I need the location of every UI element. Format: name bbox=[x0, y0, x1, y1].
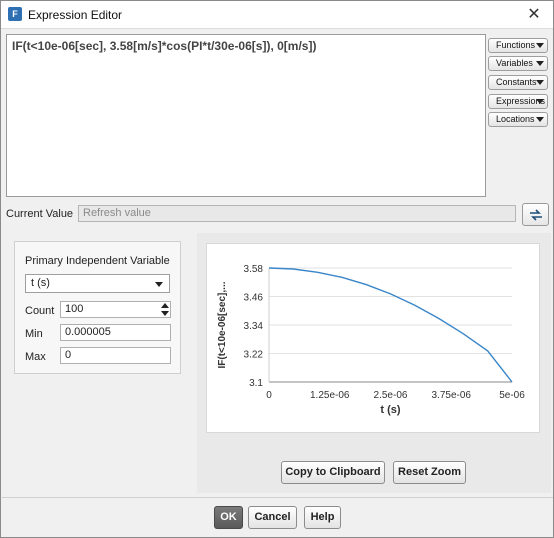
refresh-icon bbox=[530, 209, 542, 221]
constants-label: Constants bbox=[496, 77, 537, 87]
chevron-down-icon bbox=[536, 80, 544, 85]
chevron-down-icon bbox=[536, 99, 544, 104]
min-field[interactable]: 0.000005 bbox=[60, 324, 171, 341]
functions-button[interactable]: Functions bbox=[488, 38, 548, 53]
locations-button[interactable]: Locations bbox=[488, 112, 548, 127]
y-tick-label: 3.34 bbox=[244, 321, 264, 332]
chevron-down-icon bbox=[155, 282, 163, 287]
expression-editor-window: F Expression Editor ✕ IF(t<10e-06[sec], … bbox=[0, 0, 554, 538]
title-bar: F Expression Editor ✕ bbox=[1, 1, 553, 29]
piv-title: Primary Independent Variable bbox=[25, 255, 170, 267]
refresh-button[interactable] bbox=[522, 203, 549, 226]
count-label: Count bbox=[25, 305, 55, 317]
functions-label: Functions bbox=[496, 40, 536, 50]
cancel-button[interactable]: Cancel bbox=[248, 506, 297, 529]
x-tick-label: 2.5e-06 bbox=[374, 390, 408, 401]
chart-card: 3.58 3.46 3.34 3.22 3.1 0 1.25e-06 2.5e-06 3.75e… bbox=[206, 243, 540, 433]
max-label: Max bbox=[25, 351, 46, 363]
expressions-button[interactable]: Expressions bbox=[488, 94, 548, 109]
x-axis-title: t (s) bbox=[380, 404, 401, 416]
min-label: Min bbox=[25, 328, 43, 340]
x-tick-label: 3.75e-06 bbox=[432, 390, 472, 401]
reset-zoom-button[interactable]: Reset Zoom bbox=[393, 461, 466, 484]
count-value: 100 bbox=[65, 303, 84, 315]
y-tick-label: 3.22 bbox=[244, 350, 264, 361]
constants-button[interactable]: Constants bbox=[488, 75, 548, 90]
y-tick-label: 3.46 bbox=[244, 293, 264, 304]
app-icon: F bbox=[8, 7, 22, 21]
variables-label: Variables bbox=[496, 58, 533, 68]
y-tick-label: 3.58 bbox=[244, 264, 264, 275]
expression-editor-field[interactable]: IF(t<10e-06[sec], 3.58[m/s]*cos(PI*t/30e… bbox=[6, 34, 486, 197]
footer-divider bbox=[2, 497, 553, 498]
current-value-label: Current Value bbox=[6, 208, 74, 220]
primary-independent-variable-panel: Primary Independent Variable t (s) Count… bbox=[14, 241, 181, 374]
y-axis-title: IF(t<10e-06[sec],... bbox=[217, 281, 228, 368]
max-field[interactable]: 0 bbox=[60, 347, 171, 364]
ok-button[interactable]: OK bbox=[214, 506, 243, 529]
x-tick-label: 5e-06 bbox=[499, 390, 525, 401]
current-value-field: Refresh value bbox=[78, 205, 516, 222]
help-button[interactable]: Help bbox=[304, 506, 341, 529]
copy-to-clipboard-button[interactable]: Copy to Clipboard bbox=[281, 461, 385, 484]
chart[interactable]: 3.58 3.46 3.34 3.22 3.10 1.25e-06 2.5e-06 3.75e… bbox=[207, 244, 541, 434]
variable-select-value: t (s) bbox=[31, 277, 50, 289]
chevron-down-icon bbox=[536, 117, 544, 122]
locations-label: Locations bbox=[496, 114, 535, 124]
chevron-down-icon bbox=[536, 43, 544, 48]
chevron-down-icon bbox=[536, 61, 544, 66]
spin-arrows-icon[interactable] bbox=[159, 302, 170, 317]
close-icon[interactable]: ✕ bbox=[523, 4, 545, 26]
window-title: Expression Editor bbox=[28, 8, 123, 22]
y-tick-label: 3.1 bbox=[249, 378, 263, 389]
variable-select[interactable]: t (s) bbox=[25, 274, 170, 293]
x-tick-label: 0 bbox=[266, 390, 272, 401]
x-tick-label: 1.25e-06 bbox=[310, 390, 350, 401]
count-stepper[interactable]: 100 bbox=[60, 301, 171, 318]
variables-button[interactable]: Variables bbox=[488, 56, 548, 71]
